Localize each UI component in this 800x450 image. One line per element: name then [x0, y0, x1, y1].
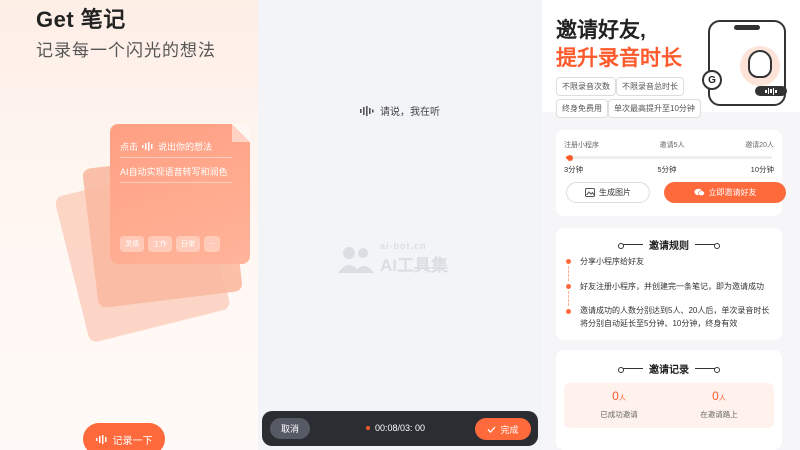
- benefit-chip: 不限录音次数: [556, 77, 616, 96]
- get-logo-icon: G: [702, 70, 722, 90]
- invite-title: 邀请好友,: [556, 19, 646, 42]
- stat-label: 已成功邀请: [600, 410, 638, 419]
- stat-unit: 人: [618, 395, 626, 402]
- rule-item: 邀请成功的人数分别达到5人、20人后，单次录音时长将分别自动延长至5分钟、10分…: [580, 306, 770, 328]
- voice-wave-icon: [95, 434, 106, 444]
- audio-wave-icon: [755, 86, 787, 96]
- tag-more[interactable]: ...: [204, 236, 220, 252]
- bullet-dot-icon: [566, 309, 571, 314]
- voice-wave-icon: [142, 142, 153, 151]
- page-fold-corner: [232, 124, 250, 142]
- duration-label: 3分钟: [564, 165, 584, 174]
- stat-label: 在邀请路上: [700, 410, 738, 419]
- image-icon: [585, 188, 595, 197]
- progress-knob: [567, 154, 573, 161]
- divider: [120, 157, 232, 158]
- invite-panel: 邀请好友, 提升录音时长 不限录音次数 不限录音总时长 终身免费用 单次最高提升…: [542, 0, 800, 450]
- bullet-dot-icon: [566, 284, 571, 289]
- tag-list: 灵感 工作 日常 ...: [120, 236, 220, 252]
- level-label: 注册小程序: [564, 142, 599, 149]
- person-illustration-icon: [748, 50, 772, 78]
- progress-levels: 注册小程序 邀请5人 邀请20人: [564, 140, 774, 150]
- invite-rules-card: 邀请规则 分享小程序给好友 好友注册小程序，并创建完一条笔记，即为邀请成功 邀请…: [556, 228, 782, 340]
- watermark: ai-bot.cn AI工具集: [336, 241, 448, 276]
- benefit-chip: 不限录音总时长: [616, 77, 684, 96]
- invite-subtitle: 提升录音时长: [556, 47, 682, 70]
- tagline: 记录每一个闪光的想法: [36, 41, 216, 60]
- record-button[interactable]: 记录一下: [83, 423, 165, 450]
- invite-friends-label: 立即邀请好友: [708, 188, 757, 197]
- rules-title: 邀请规则: [649, 241, 689, 252]
- listening-text: 请说，我在听: [380, 107, 440, 118]
- stat-value: 0: [612, 389, 619, 403]
- tag[interactable]: 日常: [176, 236, 200, 252]
- note-prefix: 点击: [120, 142, 139, 152]
- voice-wave-icon: [360, 105, 374, 116]
- rule-item: 分享小程序给好友: [580, 257, 644, 266]
- cancel-button[interactable]: 取消: [270, 418, 310, 439]
- tag[interactable]: 工作: [148, 236, 172, 252]
- done-button-label: 完成: [500, 424, 519, 435]
- stat-value: 0: [712, 389, 719, 403]
- note-action: 说出你的想法: [158, 142, 213, 152]
- level-label: 邀请5人: [659, 142, 685, 149]
- progress-durations: 3分钟 5分钟 10分钟: [564, 164, 774, 175]
- chat-icon: [694, 188, 705, 196]
- invite-friends-button[interactable]: 立即邀请好友: [664, 182, 786, 203]
- duration-label: 10分钟: [750, 165, 774, 174]
- phone-illustration: [708, 20, 787, 106]
- generate-image-button[interactable]: 生成图片: [566, 182, 650, 203]
- done-button[interactable]: 完成: [475, 418, 531, 440]
- invite-progress-card: 注册小程序 邀请5人 邀请20人 3分钟 5分钟 10分钟 生成图片 立即邀请好…: [556, 130, 786, 216]
- rule-item: 好友注册小程序，并创建完一条笔记，即为邀请成功: [580, 282, 764, 291]
- tag[interactable]: 灵感: [120, 236, 144, 252]
- rules-heading: 邀请规则: [556, 237, 782, 252]
- watermark-logo-icon: [338, 246, 374, 273]
- progress-track: [566, 154, 772, 161]
- records-heading: 邀请记录: [556, 361, 782, 376]
- watermark-line1: ai-bot.cn: [380, 241, 427, 251]
- benefit-chip: 单次最高提升至10分钟: [608, 99, 701, 118]
- timer-text: 00:08/03: 00: [375, 423, 426, 433]
- record-button-label: 记录一下: [112, 435, 153, 447]
- level-label: 邀请20人: [745, 142, 774, 149]
- generate-image-label: 生成图片: [599, 188, 631, 197]
- stat-success: 0人 已成功邀请: [569, 389, 669, 420]
- records-title: 邀请记录: [649, 365, 689, 376]
- stat-pending: 0人 在邀请路上: [669, 389, 769, 420]
- listening-status: 请说，我在听: [258, 103, 542, 118]
- note-subtitle: AI自动实现语音转写和润色: [120, 167, 228, 177]
- benefit-chip: 终身免费用: [556, 99, 608, 118]
- watermark-line2: AI工具集: [380, 256, 448, 275]
- recorder-bar: 取消 00:08/03: 00 完成: [262, 411, 538, 446]
- recording-panel: 请说，我在听 ai-bot.cn AI工具集 取消 00:08/03: 00 完…: [258, 0, 542, 450]
- app-logo: Get 笔记: [36, 7, 126, 32]
- invite-header: 邀请好友, 提升录音时长 不限录音次数 不限录音总时长 终身免费用 单次最高提升…: [542, 0, 800, 118]
- stat-unit: 人: [718, 395, 726, 402]
- divider: [120, 182, 232, 183]
- intro-panel: Get 笔记 记录每一个闪光的想法 点击 说出你的想法 AI自动实现语音转写和润…: [0, 0, 258, 450]
- recording-dot-icon: [366, 426, 370, 430]
- bullet-dot-icon: [566, 259, 571, 264]
- note-card: 点击 说出你的想法 AI自动实现语音转写和润色 灵感 工作 日常 ...: [110, 124, 250, 264]
- records-stats: 0人 已成功邀请 0人 在邀请路上: [564, 383, 774, 428]
- recording-timer: 00:08/03: 00: [366, 423, 425, 433]
- duration-label: 5分钟: [657, 165, 677, 174]
- invite-records-card: 邀请记录 0人 已成功邀请 0人 在邀请路上: [556, 350, 782, 450]
- check-icon: [488, 426, 496, 433]
